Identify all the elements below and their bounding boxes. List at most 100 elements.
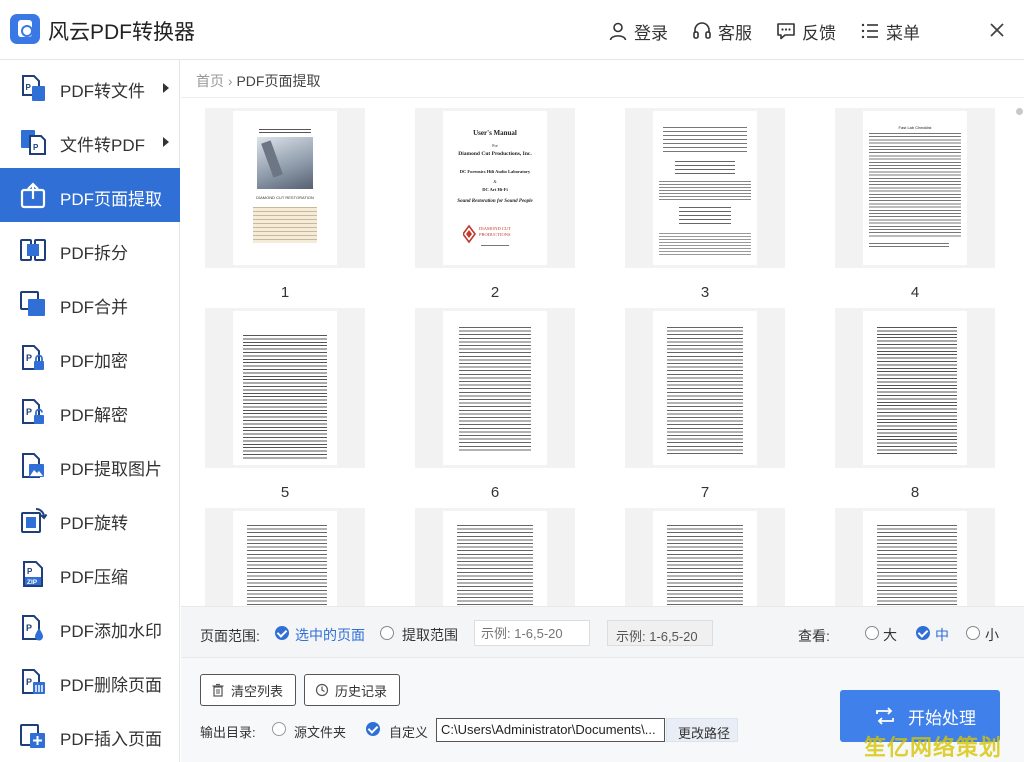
watermark-icon: P	[22, 615, 43, 641]
sidebar-item-compress[interactable]: P ZIP PDF压缩	[0, 546, 180, 600]
selected-pages-label[interactable]: 选中的页面	[295, 625, 365, 645]
sidebar-item-label: PDF合并	[60, 298, 128, 317]
login-button[interactable]: 登录	[608, 19, 668, 43]
custom-path-label[interactable]: 自定义	[389, 722, 428, 741]
sidebar-item-label: PDF添加水印	[60, 622, 162, 641]
sidebar-item-encrypt[interactable]: P PDF加密	[0, 330, 180, 384]
page-thumbnail-frame[interactable]: 8	[835, 308, 995, 501]
app-logo-icon	[10, 14, 40, 44]
insert-page-icon	[20, 724, 45, 748]
sidebar-item-label: PDF插入页面	[60, 730, 162, 749]
feedback-button[interactable]: 反馈	[776, 19, 836, 43]
sidebar-item-file-to-pdf[interactable]: P 文件转PDF	[0, 114, 180, 168]
page-preview	[653, 111, 757, 265]
radio-size-large[interactable]	[865, 626, 879, 640]
feedback-label: 反馈	[802, 23, 836, 43]
page-preview	[653, 511, 757, 606]
sidebar-item-pdf-to-file[interactable]: P PDF转文件	[0, 60, 180, 114]
headset-icon	[693, 22, 711, 39]
decrypt-icon: P	[22, 399, 44, 424]
page-preview	[443, 311, 547, 465]
options-bar: 页面范围: 选中的页面 提取范围 查看: 大 中 小	[181, 606, 1024, 658]
sidebar-item-extract-image[interactable]: PDF提取图片	[0, 438, 180, 492]
page-thumbnail-frame[interactable]: Fast Lab Checklist 4	[835, 108, 995, 301]
sidebar-item-extract-page[interactable]: PDF页面提取	[0, 168, 180, 222]
page-thumbnail-grid: DIAMOND CUT RESTORATION 1 User's Manual …	[181, 98, 1024, 606]
clear-list-button[interactable]: 清空列表	[200, 674, 296, 706]
svg-text:P: P	[33, 143, 39, 152]
pdf-to-file-icon: P	[22, 75, 45, 101]
page-thumbnail-frame[interactable]: 7	[625, 308, 785, 501]
sidebar-item-watermark[interactable]: P PDF添加水印	[0, 600, 180, 654]
radio-custom-path[interactable]	[366, 722, 380, 736]
output-path-field[interactable]: C:\Users\Administrator\Documents\...	[436, 718, 665, 742]
page1-caption: DIAMOND CUT RESTORATION	[256, 195, 314, 200]
clock-icon	[315, 683, 329, 697]
sidebar-item-label: PDF转文件	[60, 82, 145, 101]
support-button[interactable]: 客服	[692, 19, 752, 43]
radio-size-small[interactable]	[966, 626, 980, 640]
output-dir-label: 输出目录:	[200, 725, 256, 740]
trash-icon	[212, 683, 224, 697]
breadcrumb: 首页 › PDF页面提取	[196, 71, 320, 91]
close-icon[interactable]	[986, 19, 1008, 41]
page-number: 6	[490, 484, 500, 501]
page-preview	[863, 311, 967, 465]
page-number: 7	[700, 484, 710, 501]
size-small-label[interactable]: 小	[985, 625, 999, 645]
sidebar-item-rotate[interactable]: PDF旋转	[0, 492, 180, 546]
page-preview: User's Manual For Diamond Cut Production…	[443, 111, 547, 265]
extract-image-icon	[22, 453, 44, 478]
radio-source-folder[interactable]	[272, 722, 286, 736]
extract-range-label[interactable]: 提取范围	[402, 625, 458, 645]
submenu-arrow-icon	[163, 83, 169, 93]
compress-icon: P ZIP	[23, 561, 43, 587]
submenu-arrow-icon	[163, 137, 169, 147]
change-path-button[interactable]: 更改路径	[666, 718, 738, 742]
size-medium-label[interactable]: 中	[935, 625, 949, 645]
radio-size-medium[interactable]	[916, 626, 930, 640]
sidebar-item-insert-page[interactable]: PDF插入页面	[0, 708, 180, 762]
watermark-text: 笙亿网络策划	[864, 735, 1003, 760]
radio-extract-range[interactable]	[380, 626, 394, 640]
history-button[interactable]: 历史记录	[304, 674, 400, 706]
page-range-input[interactable]	[474, 620, 590, 646]
breadcrumb-current: PDF页面提取	[236, 73, 321, 89]
page-preview	[233, 311, 337, 465]
page-thumbnail-frame[interactable]: 6	[415, 308, 575, 501]
convert-arrows-icon	[876, 707, 894, 725]
rotate-icon	[21, 508, 48, 533]
breadcrumb-separator: ›	[227, 73, 233, 89]
sidebar-item-label: PDF解密	[60, 406, 128, 425]
sheet-music-image	[253, 207, 317, 243]
page-thumbnail-frame[interactable]	[625, 508, 785, 606]
menu-button[interactable]: 菜单	[860, 19, 920, 43]
sidebar-item-merge[interactable]: PDF合并	[0, 276, 180, 330]
sidebar-item-decrypt[interactable]: P PDF解密	[0, 384, 180, 438]
merge-icon	[20, 291, 45, 316]
sidebar: P PDF转文件 P 文件转PDF PDF页面提取 PDF拆分 PDF合并 P …	[0, 60, 180, 762]
sidebar-item-label: PDF删除页面	[60, 676, 162, 695]
range-example: 示例: 1-6,5-20	[607, 620, 713, 646]
page-thumbnail-frame[interactable]: 5	[205, 308, 365, 501]
page-thumbnail-frame[interactable]: User's Manual For Diamond Cut Production…	[415, 108, 575, 301]
sidebar-item-label: PDF提取图片	[60, 460, 162, 479]
sidebar-item-delete-page[interactable]: P PDF删除页面	[0, 654, 180, 708]
breadcrumb-home[interactable]: 首页	[196, 73, 224, 89]
menu-icon	[861, 23, 878, 39]
size-large-label[interactable]: 大	[883, 625, 897, 645]
page-thumbnail-frame[interactable]	[205, 508, 365, 606]
chat-icon	[777, 23, 795, 40]
svg-text:P: P	[26, 83, 32, 92]
page-thumbnail-frame[interactable]: 3	[625, 108, 785, 301]
sidebar-item-split[interactable]: PDF拆分	[0, 222, 180, 276]
page-thumbnail-frame[interactable]	[835, 508, 995, 606]
page-number: 1	[280, 284, 290, 301]
user-icon	[609, 22, 627, 41]
page-preview	[233, 511, 337, 606]
page-thumbnail-frame[interactable]	[415, 508, 575, 606]
scrollbar-thumb[interactable]	[1016, 108, 1023, 115]
page-thumbnail-frame[interactable]: DIAMOND CUT RESTORATION 1	[205, 108, 365, 301]
source-folder-label[interactable]: 源文件夹	[294, 722, 346, 741]
radio-selected-pages[interactable]	[275, 626, 289, 640]
